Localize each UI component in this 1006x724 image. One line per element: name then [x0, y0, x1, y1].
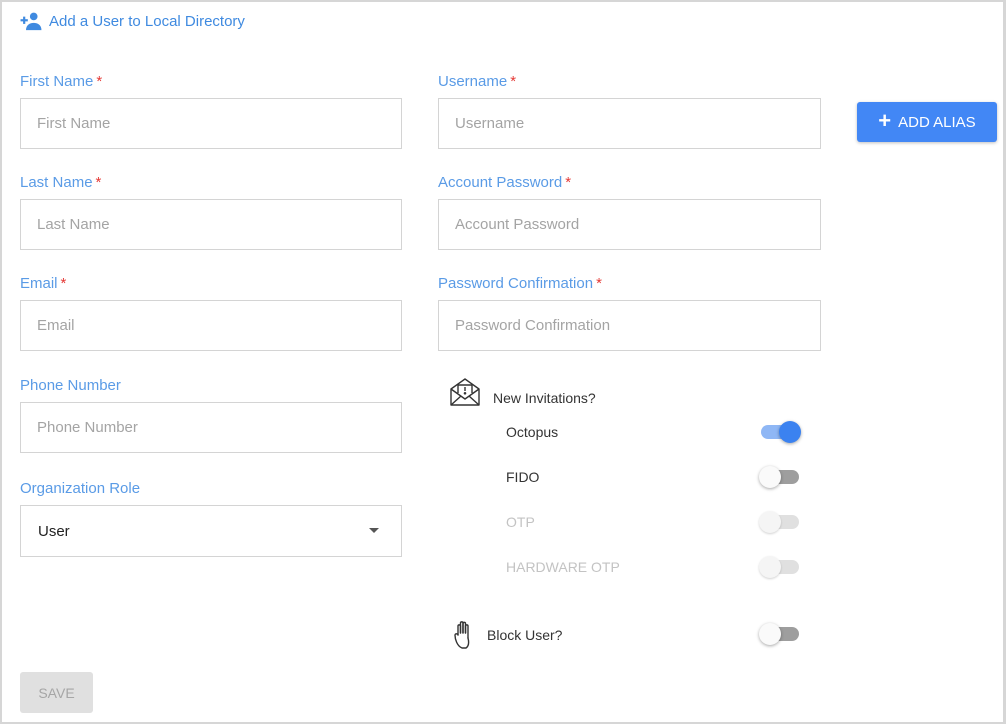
block-user-row: Block User?	[453, 620, 562, 650]
toggle-thumb	[759, 511, 781, 533]
email-label: Email *	[20, 275, 67, 292]
last-name-input[interactable]	[20, 199, 402, 250]
account-password-input[interactable]	[438, 199, 821, 250]
organization-role-select[interactable]: User	[20, 505, 402, 557]
toggle-thumb	[759, 466, 781, 488]
hardware-otp-toggle	[759, 555, 801, 579]
new-invitations-title: New Invitations?	[493, 390, 596, 406]
add-alias-label: ADD ALIAS	[898, 113, 976, 131]
required-marker: *	[510, 73, 517, 90]
otp-toggle	[759, 510, 801, 534]
organization-role-label: Organization Role	[20, 480, 141, 497]
plus-icon: +	[878, 108, 892, 133]
toggle-thumb	[779, 421, 801, 443]
account-password-label: Account Password *	[438, 174, 572, 191]
phone-number-label: Phone Number	[20, 377, 121, 394]
toggle-thumb	[759, 556, 781, 578]
hand-stop-icon	[454, 621, 470, 649]
dropdown-caret-icon	[369, 528, 379, 533]
password-confirmation-label: Password Confirmation *	[438, 275, 602, 292]
last-name-label: Last Name *	[20, 174, 102, 191]
first-name-input[interactable]	[20, 98, 402, 149]
block-user-label: Block User?	[487, 627, 563, 643]
mail-alert-icon	[450, 378, 480, 406]
octopus-toggle[interactable]	[759, 420, 801, 444]
new-invitations-heading: New Invitations?	[449, 377, 596, 407]
first-name-label: First Name *	[20, 73, 103, 90]
organization-role-value: User	[38, 522, 70, 540]
required-marker: *	[596, 275, 602, 292]
toggle-thumb	[759, 623, 781, 645]
required-marker: *	[60, 275, 67, 292]
hardware-otp-label: HARDWARE OTP	[506, 559, 620, 575]
add-alias-button[interactable]: + ADD ALIAS	[857, 102, 997, 142]
page-title: Add a User to Local Directory	[49, 12, 245, 30]
block-user-toggle[interactable]	[759, 622, 801, 646]
email-input[interactable]	[20, 300, 402, 351]
password-confirmation-input[interactable]	[438, 300, 821, 351]
fido-toggle[interactable]	[759, 465, 801, 489]
username-input[interactable]	[438, 98, 821, 149]
save-button[interactable]: SAVE	[20, 672, 93, 713]
required-marker: *	[96, 73, 103, 90]
otp-label: OTP	[506, 514, 535, 530]
fido-label: FIDO	[506, 469, 540, 485]
person-add-icon	[20, 12, 42, 31]
octopus-label: Octopus	[506, 424, 559, 440]
username-label: Username *	[438, 73, 517, 90]
required-marker: *	[565, 174, 572, 191]
phone-number-input[interactable]	[20, 402, 402, 453]
page-header: Add a User to Local Directory	[20, 8, 245, 34]
required-marker: *	[95, 174, 102, 191]
